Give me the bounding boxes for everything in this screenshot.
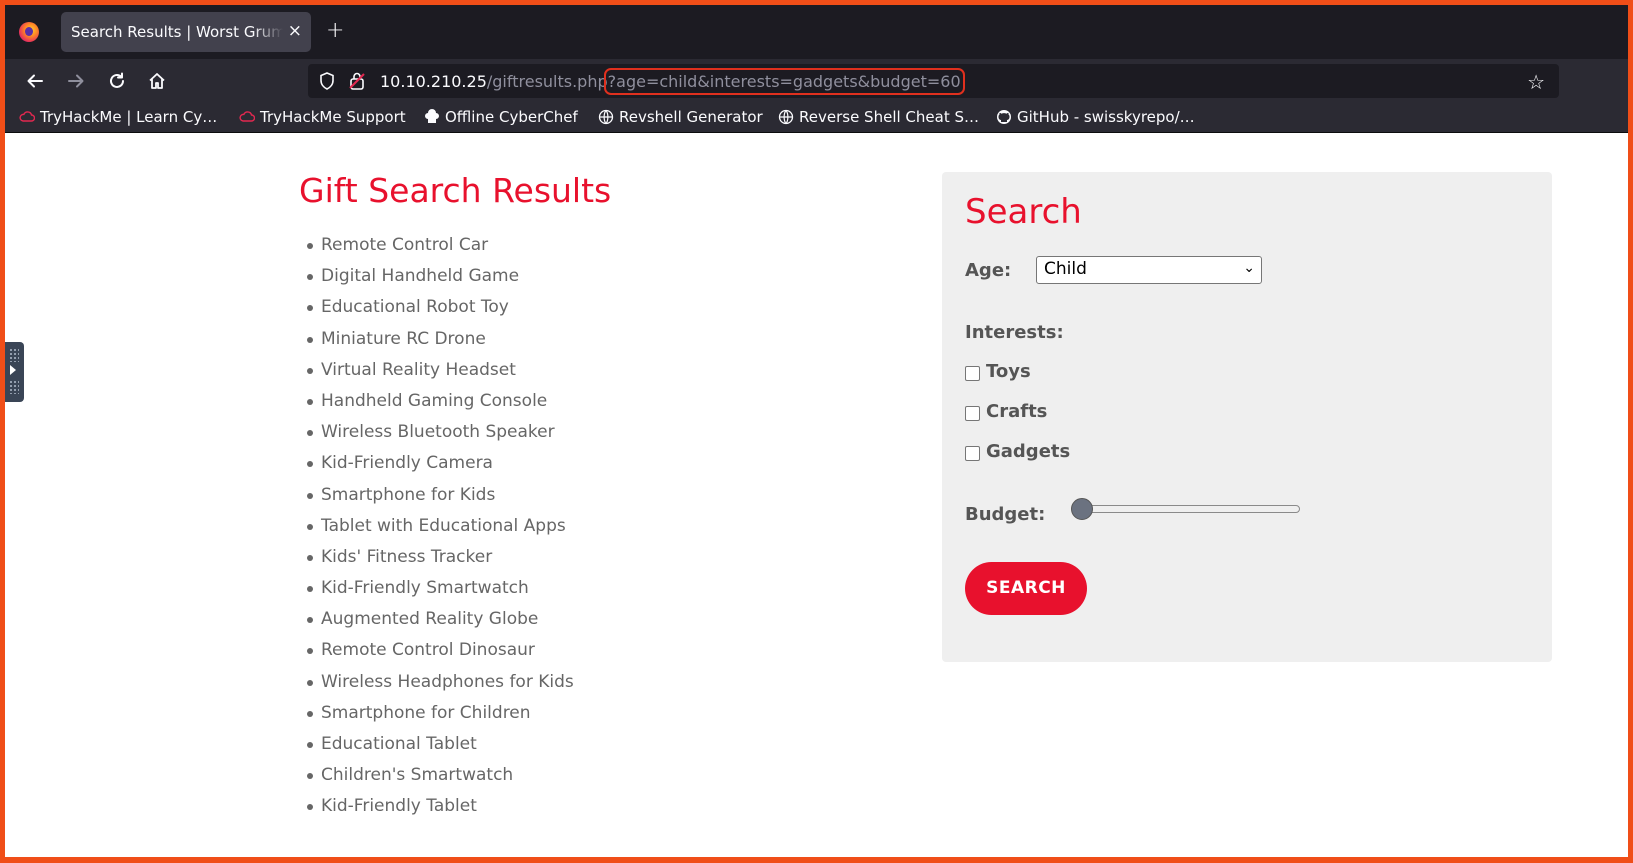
crafts-checkbox-label[interactable]: Crafts bbox=[986, 401, 1047, 422]
result-item: Smartphone for Kids bbox=[307, 483, 574, 514]
back-button[interactable] bbox=[21, 67, 49, 95]
result-item: Educational Robot Toy bbox=[307, 295, 574, 326]
crafts-checkbox[interactable] bbox=[965, 406, 980, 421]
result-item: Virtual Reality Headset bbox=[307, 358, 574, 389]
window-frame: Search Results | Worst Grum × + 10.10.21… bbox=[0, 0, 1633, 863]
url-path: /giftresults.php bbox=[486, 72, 608, 91]
insecure-lock-icon[interactable] bbox=[348, 71, 366, 91]
new-tab-icon[interactable]: + bbox=[326, 18, 344, 44]
bookmark-item[interactable]: TryHackMe Support bbox=[239, 108, 406, 126]
bookmark-item[interactable]: Offline CyberChef bbox=[424, 108, 578, 126]
gadgets-checkbox[interactable] bbox=[965, 446, 980, 461]
search-panel: Search Age: Child ⌄ Interests: Toys Craf… bbox=[942, 172, 1552, 662]
bookmarks-toolbar: TryHackMe | Learn Cy… TryHackMe Support … bbox=[5, 103, 1628, 133]
result-item: Kid-Friendly Camera bbox=[307, 451, 574, 482]
grip-dots-icon bbox=[9, 380, 19, 394]
result-item: Digital Handheld Game bbox=[307, 264, 574, 295]
globe-icon bbox=[778, 109, 794, 125]
home-icon bbox=[149, 73, 165, 89]
tryhackme-cloud-icon bbox=[239, 111, 255, 122]
globe-icon bbox=[598, 109, 614, 125]
bookmark-item[interactable]: GitHub - swisskyrepo/… bbox=[996, 108, 1195, 126]
result-item: Augmented Reality Globe bbox=[307, 607, 574, 638]
address-bar[interactable]: 10.10.210.25/giftresults.php?age=child&i… bbox=[308, 64, 1559, 98]
tab-close-icon[interactable]: × bbox=[288, 20, 302, 42]
reload-button[interactable] bbox=[103, 67, 131, 95]
chef-hat-icon bbox=[425, 109, 439, 123]
bookmark-item[interactable]: Revshell Generator bbox=[598, 108, 763, 126]
url-text[interactable]: 10.10.210.25/giftresults.php?age=child&i… bbox=[380, 68, 965, 95]
interests-label: Interests: bbox=[965, 322, 1064, 343]
bookmark-item[interactable]: Reverse Shell Cheat S… bbox=[778, 108, 979, 126]
expand-arrow-icon bbox=[10, 365, 16, 375]
bookmark-star-icon[interactable]: ☆ bbox=[1527, 70, 1545, 94]
forward-arrow-icon bbox=[68, 74, 84, 88]
budget-label: Budget: bbox=[965, 504, 1046, 525]
search-title: Search bbox=[965, 192, 1082, 232]
age-label: Age: bbox=[965, 260, 1012, 281]
results-list: Remote Control Car Digital Handheld Game… bbox=[307, 233, 574, 826]
result-item: Children's Smartwatch bbox=[307, 763, 574, 794]
result-item: Smartphone for Children bbox=[307, 701, 574, 732]
url-query-highlight: ?age=child&interests=gadgets&budget=60 bbox=[603, 68, 965, 95]
home-button[interactable] bbox=[143, 67, 171, 95]
result-item: Kid-Friendly Smartwatch bbox=[307, 576, 574, 607]
budget-slider-thumb[interactable] bbox=[1071, 498, 1093, 520]
chevron-down-icon: ⌄ bbox=[1243, 260, 1255, 276]
age-select[interactable]: Child ⌄ bbox=[1036, 256, 1262, 284]
result-item: Miniature RC Drone bbox=[307, 327, 574, 358]
result-item: Educational Tablet bbox=[307, 732, 574, 763]
page-content: Gift Search Results Remote Control Car D… bbox=[5, 133, 1628, 857]
tracking-shield-icon[interactable] bbox=[319, 72, 335, 90]
budget-slider[interactable] bbox=[1071, 498, 1300, 520]
age-select-value: Child bbox=[1044, 259, 1087, 279]
result-item: Handheld Gaming Console bbox=[307, 389, 574, 420]
github-icon bbox=[997, 110, 1011, 124]
reload-icon bbox=[110, 72, 124, 88]
tryhackme-cloud-icon bbox=[19, 111, 35, 122]
bookmark-item[interactable]: TryHackMe | Learn Cy… bbox=[19, 108, 217, 126]
result-item: Wireless Bluetooth Speaker bbox=[307, 420, 574, 451]
result-item: Remote Control Dinosaur bbox=[307, 638, 574, 669]
result-item: Remote Control Car bbox=[307, 233, 574, 264]
toys-checkbox-label[interactable]: Toys bbox=[986, 361, 1031, 382]
result-item: Tablet with Educational Apps bbox=[307, 514, 574, 545]
back-arrow-icon bbox=[27, 74, 43, 88]
result-item: Wireless Headphones for Kids bbox=[307, 670, 574, 701]
forward-button[interactable] bbox=[62, 67, 90, 95]
toys-checkbox[interactable] bbox=[965, 366, 980, 381]
tab-bar: Search Results | Worst Grum × + bbox=[5, 5, 1628, 59]
result-item: Kid-Friendly Tablet bbox=[307, 794, 574, 825]
url-host: 10.10.210.25 bbox=[380, 72, 487, 91]
gadgets-checkbox-label[interactable]: Gadgets bbox=[986, 441, 1070, 462]
side-panel-handle[interactable] bbox=[5, 342, 24, 402]
grip-dots-icon bbox=[9, 348, 19, 362]
results-title: Gift Search Results bbox=[299, 171, 612, 210]
navigation-bar: 10.10.210.25/giftresults.php?age=child&i… bbox=[5, 59, 1628, 103]
active-tab[interactable]: Search Results | Worst Grum × bbox=[61, 12, 311, 52]
firefox-logo-icon[interactable] bbox=[19, 22, 39, 42]
search-button[interactable]: SEARCH bbox=[965, 562, 1087, 615]
result-item: Kids' Fitness Tracker bbox=[307, 545, 574, 576]
tab-title: Search Results | Worst Grum bbox=[71, 23, 283, 41]
